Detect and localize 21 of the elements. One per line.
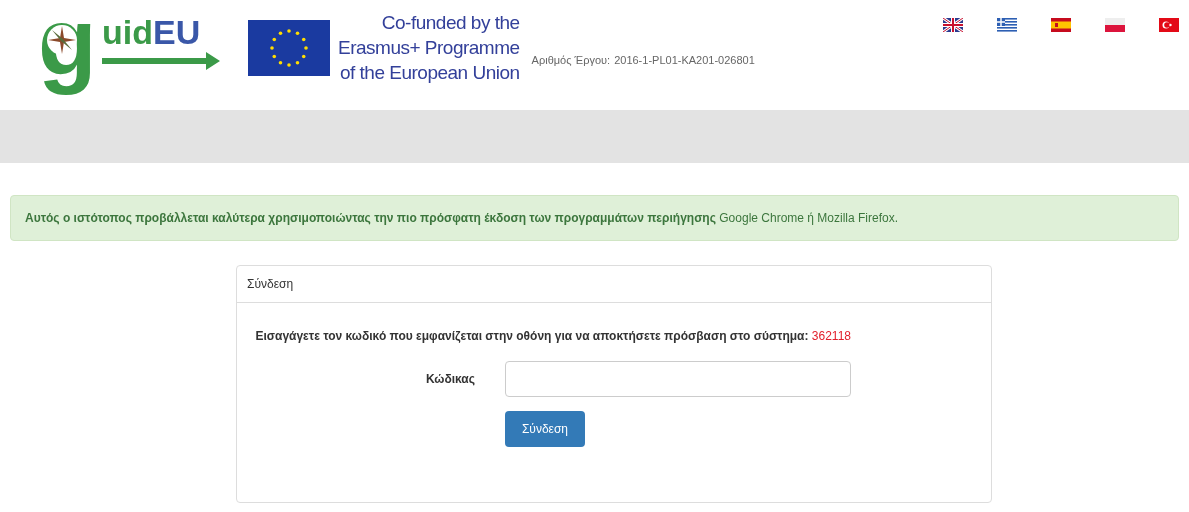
panel-title: Σύνδεση xyxy=(247,276,294,293)
funding-text: of the European Union xyxy=(339,61,520,85)
instruction-text: Εισαγάγετε τον κωδικό που εμφανίζεται στην οθόνη για να αποκτήσετε πρόσβαση στο σύστημα: 362118 xyxy=(254,328,851,345)
logo-text: EU xyxy=(153,12,201,52)
compass-rose-icon xyxy=(46,24,78,56)
arrow-icon xyxy=(102,52,220,70)
code-input-field[interactable] xyxy=(505,361,851,397)
turkish-flag-icon[interactable] xyxy=(1159,18,1179,32)
login-button[interactable]: Σύνδεση xyxy=(505,411,585,447)
project-label: Αριθμός Έργου: xyxy=(531,53,611,68)
browser-notice-alert: Αυτός ο ιστότοπος προβάλλεται καλύτερα χρησιμοποιώντας την πιο πρόσφατη έκδοση των προγραμμάτων περιήγησης Google Chrome ή Mozilla Firefox. xyxy=(10,195,1179,241)
eu-flag-icon xyxy=(248,20,330,76)
logo-text: uid xyxy=(102,12,153,52)
union-flag-icon[interactable] xyxy=(943,18,963,32)
field-label: Κώδικας xyxy=(424,371,475,388)
funding-text: Erasmus+ Programme xyxy=(338,36,520,60)
project-number: 2016-1-PL01-KA201-026801 xyxy=(614,53,755,68)
polish-flag-icon[interactable] xyxy=(1105,18,1125,32)
spanish-flag-icon[interactable] xyxy=(1051,18,1071,32)
greek-flag-icon[interactable] xyxy=(997,18,1017,32)
funding-text: Co-funded by the xyxy=(381,11,520,35)
